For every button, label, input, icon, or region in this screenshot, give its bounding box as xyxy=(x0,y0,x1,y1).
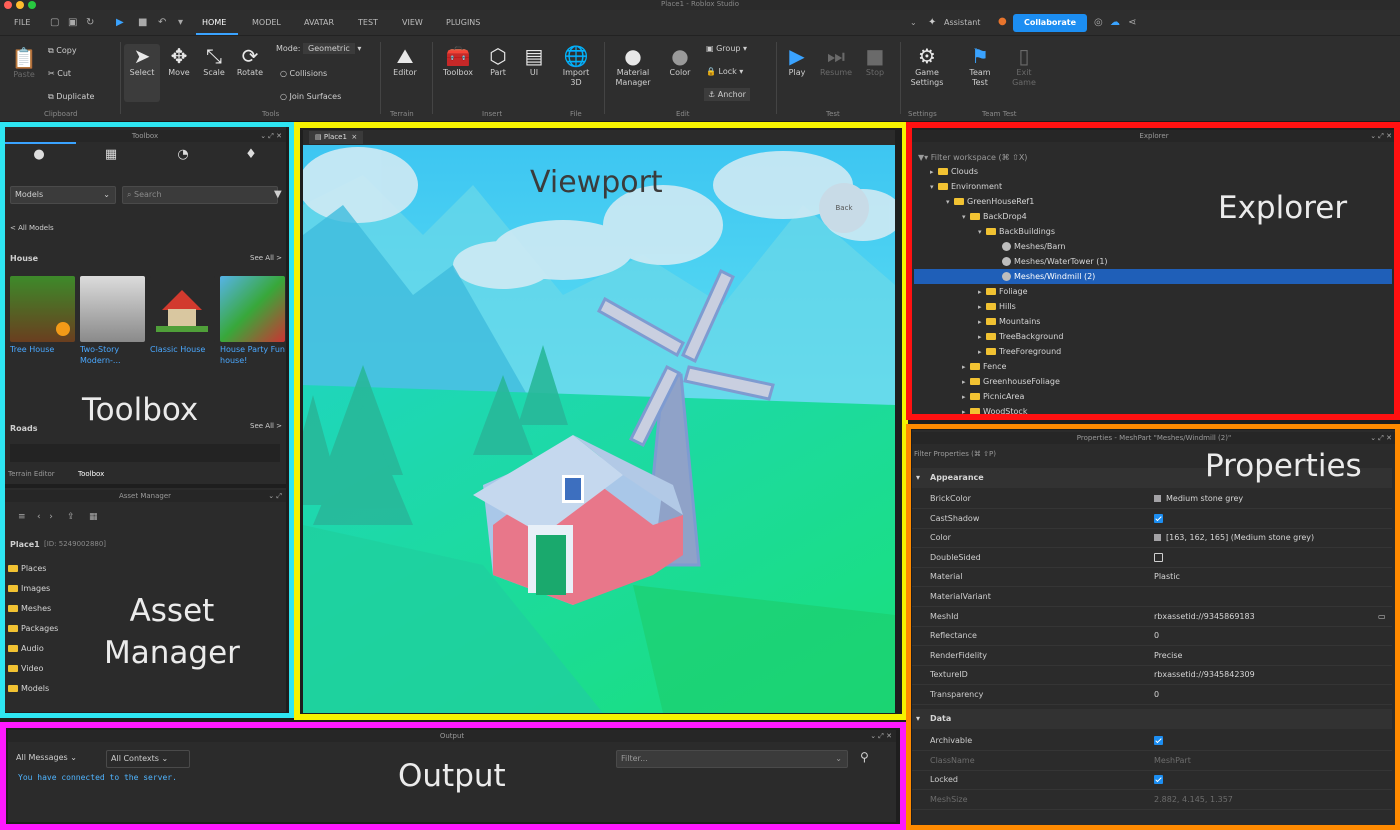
part-button[interactable]: ⬡ Part xyxy=(482,44,514,78)
viewport-highlight-frame xyxy=(294,122,908,720)
cube-icon: ⬡ xyxy=(489,44,507,68)
group-edit: Edit xyxy=(676,110,690,118)
group-team-test: Team Test xyxy=(982,110,1017,118)
tab-test[interactable]: TEST xyxy=(358,18,378,27)
avatar[interactable]: ● xyxy=(998,16,1007,27)
color-icon: ● xyxy=(671,44,689,68)
properties-highlight-frame xyxy=(906,424,1400,830)
collaborate-button[interactable]: Collaborate xyxy=(1013,14,1087,32)
cloud-icon[interactable]: ☁ xyxy=(1110,17,1120,28)
active-tab-indicator xyxy=(196,33,238,35)
copy-button[interactable]: ⧉ Copy xyxy=(48,46,77,56)
group-file: File xyxy=(570,110,582,118)
rotate-tool-button[interactable]: ⟳ Rotate xyxy=(232,44,268,78)
menu-file[interactable]: FILE xyxy=(14,18,30,27)
ribbon-divider xyxy=(776,42,777,114)
anchor-button[interactable]: ⚓ Anchor xyxy=(704,88,750,101)
material-manager-button[interactable]: ● Material Manager xyxy=(608,44,658,88)
color-button[interactable]: ● Color xyxy=(662,44,698,78)
toolbox-icon: 🧰 xyxy=(445,44,471,68)
stop-quick-icon[interactable]: ■ xyxy=(138,17,147,28)
play-button[interactable]: ▶ Play xyxy=(780,44,814,78)
terrain-icon: ⛰ xyxy=(396,44,414,68)
save-icon[interactable]: ▣ xyxy=(68,17,77,28)
game-settings-button[interactable]: ⚙ Game Settings xyxy=(904,44,950,88)
ribbon-divider xyxy=(380,42,381,114)
ribbon-toolbar: 📋 Paste ⧉ Copy ✂ Cut ⧉ Duplicate Clipboa… xyxy=(0,36,1400,122)
scale-icon: ⤡ xyxy=(206,44,222,68)
exit-game-button[interactable]: ▯ Exit Game xyxy=(1004,44,1044,88)
exit-icon: ▯ xyxy=(1018,44,1030,68)
toolbox-button[interactable]: 🧰 Toolbox xyxy=(438,44,478,78)
stop-button[interactable]: ■ Stop xyxy=(858,44,892,78)
paste-button[interactable]: 📋 Paste xyxy=(8,46,40,80)
select-tool-button[interactable]: ➤ Select xyxy=(124,44,160,102)
team-test-icon: ⚑ xyxy=(971,44,989,68)
group-insert: Insert xyxy=(482,110,503,118)
lock-button[interactable]: 🔒 Lock ▾ xyxy=(706,67,743,76)
tab-view[interactable]: VIEW xyxy=(402,18,423,27)
share-icon[interactable]: ⋖ xyxy=(1128,17,1136,28)
tab-avatar[interactable]: AVATAR xyxy=(304,18,334,27)
more-dropdown-icon[interactable]: ▾ xyxy=(178,17,183,28)
assistant-button[interactable]: Assistant xyxy=(944,18,980,27)
cut-button[interactable]: ✂ Cut xyxy=(48,69,71,78)
team-test-button[interactable]: ⚑ Team Test xyxy=(960,44,1000,88)
tab-home[interactable]: HOME xyxy=(202,18,226,27)
menu-bar: FILE ▢ ▣ ↻ ▶ ■ ↶ ▾ HOME MODEL AVATAR TES… xyxy=(0,10,1400,36)
new-file-icon[interactable]: ▢ xyxy=(50,17,59,28)
ribbon-divider xyxy=(900,42,901,114)
import-3d-button[interactable]: 🌐 Import 3D xyxy=(556,44,596,88)
collisions-toggle[interactable]: ○ Collisions xyxy=(280,69,327,78)
gear-icon: ⚙ xyxy=(918,44,936,68)
cursor-icon: ➤ xyxy=(133,44,151,68)
mode-dropdown[interactable]: Mode: Geometric ▾ xyxy=(276,43,361,54)
terrain-editor-button[interactable]: ⛰ Editor xyxy=(386,44,424,78)
rotate-icon: ⟳ xyxy=(241,44,259,68)
duplicate-button[interactable]: ⧉ Duplicate xyxy=(48,92,94,102)
join-surfaces-toggle[interactable]: ○ Join Surfaces xyxy=(280,92,341,101)
group-button[interactable]: ▣ Group ▾ xyxy=(706,44,747,53)
scale-tool-button[interactable]: ⤡ Scale xyxy=(197,44,231,78)
group-tools: Tools xyxy=(262,110,280,118)
resume-button[interactable]: ⏭ Resume xyxy=(816,44,856,78)
globe-icon: 🌐 xyxy=(563,44,589,68)
output-highlight-frame xyxy=(0,722,906,830)
material-icon: ● xyxy=(624,44,642,68)
settings-icon[interactable]: ◎ xyxy=(1094,17,1103,28)
group-test: Test xyxy=(826,110,840,118)
ui-icon: ▤ xyxy=(524,44,544,68)
toolbox-highlight-frame xyxy=(0,122,294,718)
stop-icon: ■ xyxy=(865,44,885,68)
ribbon-divider xyxy=(604,42,605,114)
group-settings: Settings xyxy=(908,110,937,118)
chevron-down-icon[interactable]: ⌄ xyxy=(910,18,917,27)
move-tool-button[interactable]: ✥ Move xyxy=(162,44,196,78)
undo-icon[interactable]: ↶ xyxy=(158,17,166,28)
play-icon: ▶ xyxy=(789,44,805,68)
tab-plugins[interactable]: PLUGINS xyxy=(446,18,480,27)
title-bar: Place1 - Roblox Studio xyxy=(0,0,1400,10)
redo-icon[interactable]: ↻ xyxy=(86,17,94,28)
ribbon-divider xyxy=(120,42,121,114)
group-clipboard: Clipboard xyxy=(44,110,78,118)
assistant-icon[interactable]: ✦ xyxy=(928,17,936,28)
group-terrain: Terrain xyxy=(390,110,414,118)
paste-icon: 📋 xyxy=(11,46,37,70)
play-quick-icon[interactable]: ▶ xyxy=(116,17,124,28)
resume-icon: ⏭ xyxy=(827,44,845,68)
ui-button[interactable]: ▤ UI xyxy=(518,44,550,78)
tab-model[interactable]: MODEL xyxy=(252,18,281,27)
ribbon-divider xyxy=(432,42,433,114)
move-icon: ✥ xyxy=(170,44,188,68)
explorer-highlight-frame xyxy=(906,122,1400,420)
window-title: Place1 - Roblox Studio xyxy=(661,0,739,8)
